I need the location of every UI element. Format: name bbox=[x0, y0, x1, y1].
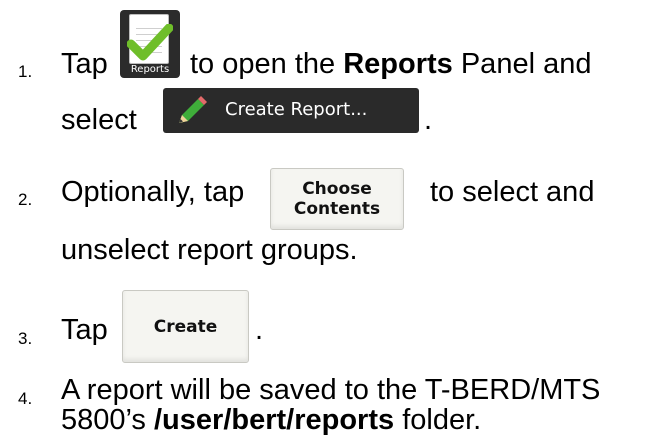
create-button[interactable]: Create bbox=[122, 290, 249, 363]
step-3-period: . bbox=[255, 314, 264, 346]
step-1-period: . bbox=[424, 104, 433, 136]
reports-panel-name: Reports bbox=[343, 48, 453, 80]
step-3-text-tap: Tap bbox=[61, 314, 108, 346]
pencil-icon bbox=[179, 96, 207, 123]
step-1-text-select: select bbox=[61, 104, 137, 136]
step-4-folder-word: folder. bbox=[402, 404, 482, 436]
step-2-text-select: to select and bbox=[430, 176, 595, 208]
step-1-number: 1. bbox=[18, 62, 33, 81]
choose-contents-button[interactable]: Choose Contents bbox=[270, 168, 404, 230]
step-2-number: 2. bbox=[18, 190, 33, 209]
reports-button-label: Reports bbox=[130, 64, 170, 75]
step-3-number: 3. bbox=[18, 329, 33, 348]
choose-contents-label-1: Choose bbox=[302, 179, 372, 199]
choose-contents-label-2: Contents bbox=[293, 199, 381, 219]
create-report-button[interactable]: Create Report... bbox=[163, 88, 419, 133]
step-2-text-optionally: Optionally, tap bbox=[61, 176, 245, 208]
step-1-text-open: to open the Reports Panel and bbox=[190, 48, 591, 81]
step-2-text-unselect: unselect report groups. bbox=[61, 234, 358, 266]
step-4-text-line2: 5800’s /user/bert/reports folder. bbox=[61, 404, 481, 437]
create-report-label: Create Report... bbox=[225, 99, 368, 120]
step-1-open-prefix: to open the bbox=[190, 48, 336, 80]
step-4-model: 5800’s bbox=[61, 404, 146, 436]
step-4-text-line1: A report will be saved to the T-BERD/MTS bbox=[61, 374, 601, 406]
step-1-open-suffix: Panel and bbox=[460, 48, 592, 80]
reports-folder-path: /user/bert/reports bbox=[154, 404, 395, 436]
checkmark-icon bbox=[127, 24, 173, 61]
step-4-number: 4. bbox=[18, 389, 33, 408]
step-1-text-tap: Tap bbox=[61, 48, 108, 80]
create-button-label: Create bbox=[153, 317, 218, 337]
reports-button[interactable]: Reports bbox=[120, 10, 180, 78]
